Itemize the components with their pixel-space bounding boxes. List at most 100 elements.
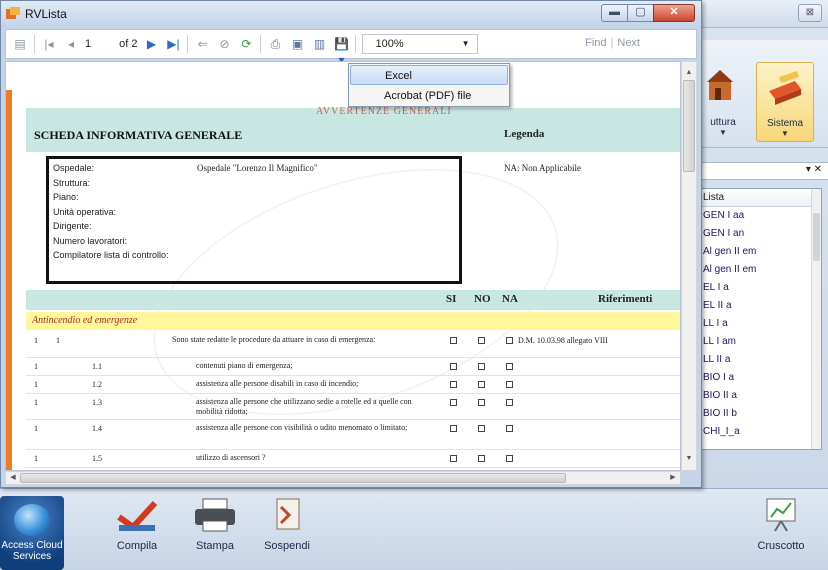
next-page-icon[interactable]: ▶ (143, 36, 159, 52)
list-item[interactable]: Al gen II em (699, 243, 821, 261)
list-item[interactable]: Al gen II em (699, 261, 821, 279)
print-layout-icon[interactable]: ▣ (289, 36, 305, 52)
table-row: 1 1 Sono state redatte le procedure da a… (26, 332, 680, 358)
zoom-select[interactable]: 100% ▼ (362, 34, 479, 54)
find-link[interactable]: Find (585, 37, 606, 49)
scroll-up-icon[interactable]: ▲ (682, 66, 696, 80)
presentation-board-icon (766, 498, 796, 532)
list-item[interactable]: EL I a (699, 279, 821, 297)
checkbox-no[interactable] (478, 363, 485, 370)
row-text: assistenza alle persone con visibilità o… (196, 423, 408, 432)
refresh-icon[interactable]: ⟳ (238, 36, 254, 52)
current-page-input[interactable]: 1 (85, 38, 91, 50)
row-ref: D.M. 10.03.98 allegato VIII (518, 336, 608, 345)
scrollbar-thumb[interactable] (20, 473, 566, 483)
page-edge-marker (6, 90, 12, 470)
col-na: NA (502, 293, 518, 305)
scroll-left-icon[interactable]: ◀ (7, 472, 19, 484)
list-item[interactable]: CHI_I_a (699, 423, 821, 441)
info-row: Dirigente: (49, 219, 459, 234)
list-item[interactable]: LL I am (699, 333, 821, 351)
ribbon-struttura-button[interactable]: uttura ▼ (694, 62, 752, 142)
cruscotto-button[interactable]: Cruscotto (746, 497, 816, 552)
main-close-button[interactable]: ⊠ (798, 4, 822, 22)
checkbox-si[interactable] (450, 363, 457, 370)
info-row: Ospedale: Ospedale "Lorenzo Il Magnifico" (49, 161, 459, 176)
back-icon[interactable]: ⇐ (194, 36, 210, 52)
checkbox-na[interactable] (506, 337, 513, 344)
prev-page-icon[interactable]: ◂ (63, 36, 79, 52)
checkbox-no[interactable] (478, 337, 485, 344)
stop-icon[interactable]: ⊘ (216, 36, 232, 52)
checkbox-no[interactable] (478, 399, 485, 406)
row-text: utilizzo di ascensori ? (196, 453, 266, 462)
window-title: RVLista (25, 7, 67, 21)
last-page-icon[interactable]: ▶| (165, 36, 181, 52)
list-item[interactable]: LL II a (699, 351, 821, 369)
checkbox-na[interactable] (506, 455, 513, 462)
checklist-list[interactable]: Lista GEN I aa GEN I an Al gen II em Al … (698, 188, 822, 450)
checkbox-na[interactable] (506, 399, 513, 406)
ribbon-sistema-button[interactable]: Sistema ▼ (756, 62, 814, 142)
checkbox-si[interactable] (450, 337, 457, 344)
close-button[interactable]: ✕ (653, 4, 695, 22)
row-sub: 1.2 (92, 380, 102, 389)
first-page-icon[interactable]: |◂ (41, 36, 57, 52)
access-cloud-label: Access Cloud Services (1, 540, 63, 562)
list-item[interactable]: LL I a (699, 315, 821, 333)
stampa-button[interactable]: Stampa (180, 497, 250, 552)
row-num: 1 (34, 454, 38, 463)
menu-item-excel[interactable]: Excel (350, 65, 508, 85)
list-item[interactable]: GEN I an (699, 225, 821, 243)
legend-na: NA: Non Applicabile (504, 163, 581, 173)
row-text: assistenza alle persone che utilizzano s… (196, 397, 412, 416)
report-title: SCHEDA INFORMATIVA GENERALE (34, 128, 243, 142)
report-vertical-scrollbar[interactable]: ▲ ▼ (681, 61, 697, 471)
checkbox-si[interactable] (450, 381, 457, 388)
checkbox-na[interactable] (506, 363, 513, 370)
minimize-button[interactable]: ▬ (601, 4, 628, 22)
checkbox-si[interactable] (450, 455, 457, 462)
scrollbar-thumb[interactable] (683, 80, 695, 172)
list-item[interactable]: BIO I a (699, 369, 821, 387)
list-item[interactable]: BIO II b (699, 405, 821, 423)
report-horizontal-scrollbar[interactable]: ◀ ▶ (5, 471, 681, 485)
checkbox-no[interactable] (478, 455, 485, 462)
report-viewport[interactable]: AVVERTENZE GENERALI SCHEDA INFORMATIVA G… (5, 61, 681, 471)
page-setup-icon[interactable]: ▥ (311, 36, 327, 52)
list-column-header[interactable]: Lista (699, 189, 821, 207)
row-num: 1 (34, 424, 38, 433)
checkbox-no[interactable] (478, 381, 485, 388)
table-row: 1 1.5 utilizzo di ascensori ? (26, 450, 680, 468)
field-label: Piano: (53, 192, 79, 202)
maximize-button[interactable]: ▢ (627, 4, 654, 22)
menu-item-pdf[interactable]: Acrobat (PDF) file (350, 86, 508, 106)
separator (355, 35, 357, 53)
checkbox-no[interactable] (478, 425, 485, 432)
list-scrollbar-thumb[interactable] (813, 213, 820, 261)
checkbox-si[interactable] (450, 399, 457, 406)
window-titlebar[interactable]: RVLista ▬ ▢ ✕ (1, 1, 701, 27)
sospendi-button[interactable]: Sospendi (252, 497, 322, 552)
pin-icon[interactable]: ▾ ✕ (806, 164, 822, 175)
print-icon[interactable]: ⎙ (267, 36, 283, 52)
scroll-right-icon[interactable]: ▶ (667, 472, 679, 484)
list-item[interactable]: GEN I aa (699, 207, 821, 225)
info-row: Piano: (49, 190, 459, 205)
info-box: Ospedale: Ospedale "Lorenzo Il Magnifico"… (46, 156, 462, 284)
access-cloud-button[interactable]: Access Cloud Services (0, 496, 64, 570)
list-item[interactable]: EL II a (699, 297, 821, 315)
checkbox-si[interactable] (450, 425, 457, 432)
export-save-icon[interactable]: 💾▾ (333, 36, 349, 67)
document-map-icon[interactable]: ▤ (12, 36, 28, 52)
scroll-down-icon[interactable]: ▼ (682, 452, 696, 466)
table-row: 1 1.4 assistenza alle persone con visibi… (26, 420, 680, 450)
chevron-down-icon: ▼ (719, 128, 727, 137)
list-scrollbar[interactable] (811, 189, 821, 449)
list-item[interactable]: BIO II a (699, 387, 821, 405)
find-controls: Find | Next (585, 37, 640, 49)
compila-button[interactable]: Compila (102, 497, 172, 552)
checkbox-na[interactable] (506, 381, 513, 388)
checkbox-na[interactable] (506, 425, 513, 432)
next-link[interactable]: Next (617, 37, 640, 49)
